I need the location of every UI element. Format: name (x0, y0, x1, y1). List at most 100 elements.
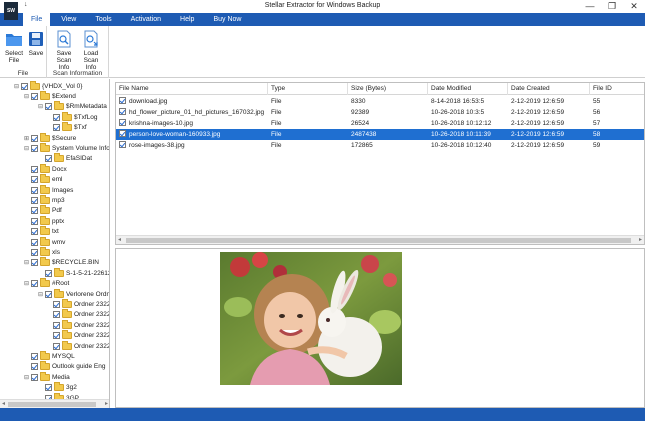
tree-item[interactable]: ⊟ $Extend (24, 90, 76, 101)
scrollbar-thumb[interactable] (126, 238, 631, 243)
tree-item-checkbox[interactable] (53, 311, 60, 319)
tree-item-checkbox[interactable] (53, 113, 60, 121)
menu-file[interactable]: File (23, 13, 51, 26)
tree-item[interactable]: Ordner 23223 (46, 298, 109, 309)
minimize-button[interactable]: — (579, 0, 601, 13)
tree-item-checkbox[interactable] (31, 373, 38, 381)
tree-item[interactable]: mp3 (24, 194, 65, 205)
row-checkbox[interactable] (119, 130, 126, 138)
tree-item[interactable]: 3g2 (38, 382, 77, 393)
tree-item[interactable]: Ordner 23223 (46, 309, 109, 320)
menu-help[interactable]: Help (172, 13, 202, 26)
expand-toggle-icon[interactable]: ⊟ (14, 83, 20, 90)
tree-item-checkbox[interactable] (45, 103, 52, 111)
tree-item[interactable]: txt (24, 226, 59, 237)
tree-item-checkbox[interactable] (53, 321, 60, 329)
tree-item[interactable]: $Txf (46, 122, 87, 133)
tree-item-checkbox[interactable] (31, 134, 38, 142)
row-checkbox[interactable] (119, 108, 126, 116)
tree-item-checkbox[interactable] (31, 280, 38, 288)
tree-item-checkbox[interactable] (31, 165, 38, 173)
scroll-left-icon[interactable]: ◂ (2, 400, 5, 408)
column-header-file-name[interactable]: File Name (116, 83, 268, 95)
tree-item[interactable]: ⊟ #Root (24, 278, 69, 289)
tree-item-checkbox[interactable] (31, 176, 38, 184)
scroll-right-icon[interactable]: ▸ (105, 400, 108, 408)
column-header-size[interactable]: Size (Bytes) (348, 83, 428, 95)
column-header-type[interactable]: Type (268, 83, 348, 95)
table-row[interactable]: person-love-woman-160933.jpg File 2487438 1… (116, 129, 644, 140)
tree-item-checkbox[interactable] (31, 144, 38, 152)
menu-tools[interactable]: Tools (87, 13, 119, 26)
table-row[interactable]: rose-images-38.jpg File 172865 10-26-2018 1… (116, 140, 644, 151)
tree-item[interactable]: Ordner 23223 (46, 340, 109, 351)
tree-item[interactable]: ⊟ $RmMetadata (38, 101, 107, 112)
tree-item[interactable]: Docx (24, 163, 67, 174)
expand-toggle-icon[interactable]: ⊟ (24, 93, 30, 100)
tree-item-checkbox[interactable] (31, 92, 38, 100)
expand-toggle-icon[interactable]: ⊟ (24, 259, 30, 266)
tree-horizontal-scrollbar[interactable]: ◂ ▸ (0, 399, 109, 408)
tree-item-checkbox[interactable] (31, 259, 38, 267)
expand-toggle-icon[interactable]: ⊞ (24, 135, 30, 142)
tree-item[interactable]: ⊟ Media (24, 371, 70, 382)
tree-item[interactable]: Pdf (24, 205, 62, 216)
column-header-date-modified[interactable]: Date Modified (428, 83, 508, 95)
tree-item-checkbox[interactable] (45, 384, 52, 392)
load-scan-info-button[interactable]: Load Scan Info (79, 30, 103, 71)
expand-toggle-icon[interactable]: ⊟ (24, 145, 30, 152)
tree-item[interactable]: ⊟ Verlorene Ordner (38, 288, 109, 299)
table-row[interactable]: krishna-images-10.jpg File 26524 10-26-2018… (116, 118, 644, 129)
tree-item[interactable]: MYSQL (24, 350, 75, 361)
tree-item-checkbox[interactable] (31, 248, 38, 256)
close-button[interactable]: ✕ (623, 0, 645, 13)
tree-item-checkbox[interactable] (31, 352, 38, 360)
tree-item[interactable]: Ordner 23223 (46, 319, 109, 330)
tree-item[interactable]: pptx (24, 215, 64, 226)
row-checkbox[interactable] (119, 97, 126, 105)
tree-item-checkbox[interactable] (21, 82, 28, 90)
tree-item-checkbox[interactable] (31, 217, 38, 225)
restore-button[interactable]: ❐ (601, 0, 623, 13)
tree-item-checkbox[interactable] (31, 186, 38, 194)
tree-item[interactable]: Outlook guide Eng (24, 361, 105, 372)
save-button[interactable]: Save (24, 30, 48, 57)
scrollbar-thumb[interactable] (8, 402, 96, 407)
tree-item-checkbox[interactable] (31, 196, 38, 204)
tree-item-checkbox[interactable] (31, 207, 38, 215)
tree-item-checkbox[interactable] (53, 342, 60, 350)
menu-view[interactable]: View (53, 13, 84, 26)
tree-item[interactable]: ⊟ {VHDX_Vol 0} (14, 80, 82, 91)
column-header-file-id[interactable]: File ID (590, 83, 644, 95)
tree-item[interactable]: $TxfLog (46, 111, 98, 122)
tree-item[interactable]: eml (24, 174, 62, 185)
tree-item[interactable]: ⊟ $RECYCLE.BIN (24, 257, 99, 268)
tree-item-checkbox[interactable] (31, 228, 38, 236)
tree-item[interactable]: S-1-5-21-2261286 (38, 267, 109, 278)
tree-item-checkbox[interactable] (45, 269, 52, 277)
tree-item[interactable]: xls (24, 246, 60, 257)
tree-item[interactable]: wmv (24, 236, 65, 247)
row-checkbox[interactable] (119, 119, 126, 127)
select-file-button[interactable]: Select File (2, 30, 26, 64)
column-header-date-created[interactable]: Date Created (508, 83, 590, 95)
tree-item-checkbox[interactable] (45, 290, 52, 298)
expand-toggle-icon[interactable]: ⊟ (24, 280, 30, 287)
tree-item-checkbox[interactable] (53, 332, 60, 340)
tree-item[interactable]: Images (24, 184, 73, 195)
row-checkbox[interactable] (119, 141, 126, 149)
expand-toggle-icon[interactable]: ⊟ (24, 374, 30, 381)
table-row[interactable]: hd_flower_picture_01_hd_pictures_167032.… (116, 107, 644, 118)
expand-toggle-icon[interactable]: ⊟ (38, 103, 44, 110)
menu-activation[interactable]: Activation (123, 13, 169, 26)
tree-item[interactable]: EfaSIDat (38, 153, 92, 164)
tree-item-checkbox[interactable] (53, 124, 60, 132)
table-row[interactable]: download.jpg File 8330 8-14-2018 16:53:5 2-1… (116, 96, 644, 107)
scroll-left-icon[interactable]: ◂ (118, 236, 121, 244)
tree-item[interactable]: ⊟ System Volume Infor (24, 142, 109, 153)
tree-item-checkbox[interactable] (45, 155, 52, 163)
save-scan-info-button[interactable]: Save Scan Info (52, 30, 76, 71)
table-horizontal-scrollbar[interactable]: ◂ ▸ (116, 235, 644, 244)
tree-item-checkbox[interactable] (31, 363, 38, 371)
scroll-right-icon[interactable]: ▸ (639, 236, 642, 244)
